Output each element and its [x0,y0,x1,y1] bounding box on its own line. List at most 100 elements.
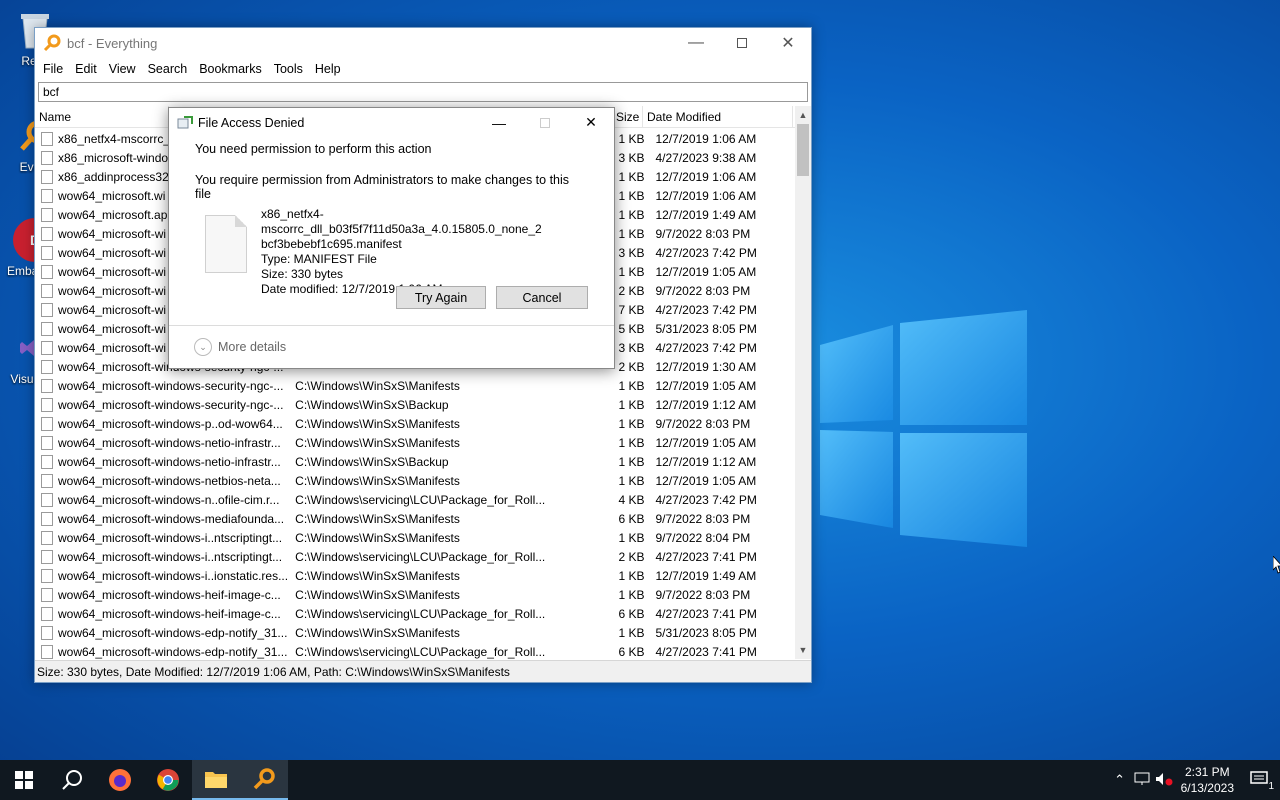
dialog-divider [169,325,614,326]
table-row[interactable]: wow64_microsoft-windows-security-ngc-...… [35,395,795,414]
cell-date: 12/7/2019 1:05 AM [655,435,757,450]
menu-file[interactable]: File [37,62,69,76]
network-icon[interactable] [1131,772,1153,789]
table-row[interactable]: wow64_microsoft-windows-p..od-wow64... C:… [35,414,795,433]
dialog-message: You need permission to perform this acti… [195,142,432,156]
windows-start-icon [15,771,33,789]
column-size[interactable]: Size [612,106,643,127]
file-icon [41,169,53,184]
file-icon [41,435,53,450]
maximize-button[interactable] [719,28,765,58]
cell-date: 12/7/2019 1:49 AM [655,207,757,222]
start-button[interactable] [0,760,48,800]
taskbar: ⌃ 2:31 PM 6/13/2023 1 [0,760,1280,800]
table-row[interactable]: wow64_microsoft-windows-edp-notify_31...… [35,623,795,642]
cell-path: C:\Windows\WinSxS\Manifests [295,416,460,431]
file-icon [41,264,53,279]
table-row[interactable]: wow64_microsoft-windows-i..ntscriptingt.… [35,528,795,547]
file-icon [41,587,53,602]
file-icon [41,302,53,317]
close-button[interactable]: ✕ [765,28,811,58]
cell-date: 4/27/2023 7:41 PM [655,606,757,621]
minimize-button[interactable]: — [673,28,719,58]
vertical-scrollbar[interactable]: ▲ ▼ [795,106,811,659]
window-titlebar[interactable]: bcf - Everything — ✕ [35,28,811,58]
everything-app-icon [43,34,61,52]
try-again-button[interactable]: Try Again [396,286,486,309]
minimize-icon: — [492,114,506,131]
table-row[interactable]: wow64_microsoft-windows-security-ngc-...… [35,376,795,395]
scroll-down-icon[interactable]: ▼ [795,642,811,658]
cell-size: 1 KB [618,397,645,412]
cell-date: 12/7/2019 1:05 AM [655,264,757,279]
search-input[interactable]: bcf [38,82,808,102]
cancel-button[interactable]: Cancel [496,286,588,309]
menu-help[interactable]: Help [309,62,347,76]
cell-date: 9/7/2022 8:03 PM [655,283,751,298]
cell-date: 5/31/2023 8:05 PM [655,625,757,640]
table-row[interactable]: wow64_microsoft-windows-netbios-neta... C… [35,471,795,490]
chevron-up-icon[interactable]: ⌃ [1109,772,1131,788]
file-icon [41,359,53,374]
volume-muted-icon[interactable] [1153,772,1175,789]
dialog-close-button[interactable]: ✕ [568,108,614,137]
taskbar-file-explorer[interactable] [192,760,240,800]
cell-name: wow64_microsoft-windows-netio-infrastr..… [58,454,281,469]
scrollbar-thumb[interactable] [797,124,809,176]
close-icon: ✕ [585,114,597,130]
cell-name: wow64_microsoft-windows-n..ofile-cim.r..… [58,492,280,507]
menu-bookmarks[interactable]: Bookmarks [193,62,268,76]
file-icon [41,473,53,488]
file-icon [41,568,53,583]
file-icon [41,644,53,659]
cell-size: 2 KB [618,549,645,564]
cell-size: 1 KB [618,568,645,583]
notification-count-badge: 1 [1268,780,1274,792]
table-row[interactable]: wow64_microsoft-windows-i..ntscriptingt.… [35,547,795,566]
cell-path: C:\Windows\WinSxS\Manifests [295,473,460,488]
scroll-up-icon[interactable]: ▲ [795,107,811,123]
menu-search[interactable]: Search [142,62,194,76]
table-row[interactable]: wow64_microsoft-windows-mediafounda... C:… [35,509,795,528]
file-icon [41,340,53,355]
table-row[interactable]: wow64_microsoft-windows-heif-image-c... C… [35,604,795,623]
taskbar-chrome[interactable] [144,760,192,800]
cell-date: 4/27/2023 7:41 PM [655,549,757,564]
file-icon [41,245,53,260]
action-center-button[interactable]: 1 [1248,770,1274,792]
table-row[interactable]: wow64_microsoft-windows-heif-image-c... C… [35,585,795,604]
table-row[interactable]: wow64_microsoft-windows-n..ofile-cim.r..… [35,490,795,509]
column-date-modified[interactable]: Date Modified [643,106,793,127]
cell-name: wow64_microsoft-windows-edp-notify_31... [58,625,288,640]
table-row[interactable]: wow64_microsoft-windows-netio-infrastr..… [35,452,795,471]
dialog-minimize-button[interactable]: — [476,108,522,137]
taskbar-everything[interactable] [240,760,288,800]
cell-date: 12/7/2019 1:05 AM [655,473,757,488]
file-icon [41,625,53,640]
file-icon [41,321,53,336]
close-icon: ✕ [781,35,795,52]
file-icon [41,283,53,298]
menu-edit[interactable]: Edit [69,62,103,76]
dialog-titlebar[interactable]: File Access Denied — ✕ [169,108,614,137]
menu-tools[interactable]: Tools [268,62,309,76]
more-details-toggle[interactable]: ⌄ More details [194,338,286,356]
mouse-cursor-icon [1273,556,1280,574]
cell-date: 4/27/2023 7:42 PM [655,245,757,260]
file-icon [41,378,53,393]
table-row[interactable]: wow64_microsoft-windows-edp-notify_31...… [35,642,795,659]
cell-path: C:\Windows\WinSxS\Backup [295,454,449,469]
clock[interactable]: 2:31 PM 6/13/2023 [1181,764,1234,796]
column-name[interactable]: Name [35,106,169,127]
table-row[interactable]: wow64_microsoft-windows-netio-infrastr..… [35,433,795,452]
file-details: x86_netfx4-mscorrc_dll_b03f5f7f11d50a3a_… [195,207,588,297]
file-icon [41,530,53,545]
search-button[interactable] [48,760,96,800]
file-access-denied-dialog[interactable]: File Access Denied — ✕ You need permissi… [168,107,615,369]
table-row[interactable]: wow64_microsoft-windows-i..ionstatic.res… [35,566,795,585]
file-icon [41,397,53,412]
taskbar-firefox[interactable] [96,760,144,800]
dialog-title: File Access Denied [198,115,305,130]
cell-size: 6 KB [618,606,645,621]
menu-view[interactable]: View [103,62,142,76]
